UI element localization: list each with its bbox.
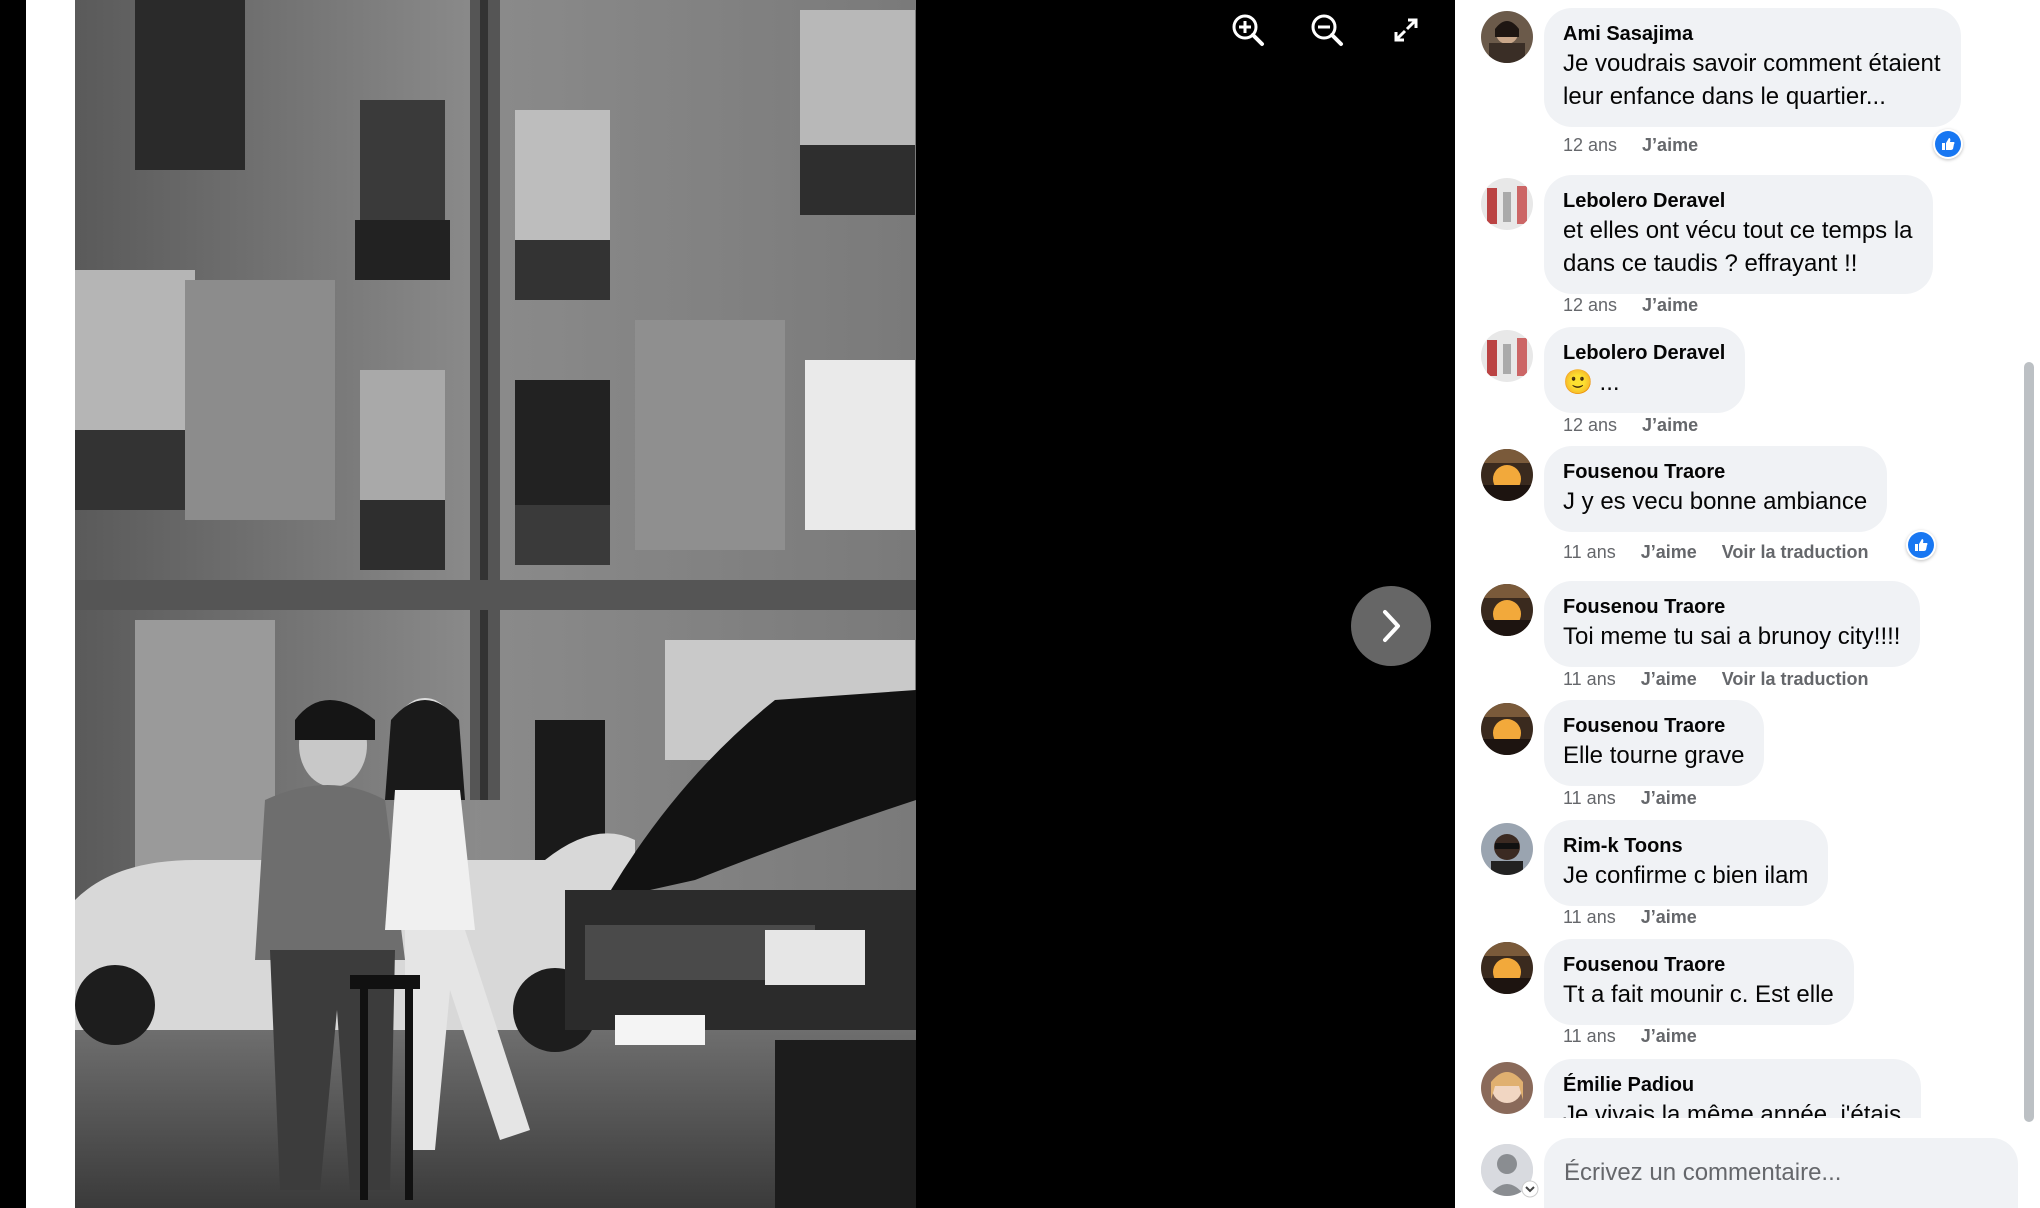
- fullscreen-button[interactable]: [1384, 8, 1428, 52]
- photo-frame: [26, 0, 916, 1208]
- comment-author[interactable]: Lebolero Deravel: [1563, 340, 1725, 366]
- see-translation-link[interactable]: Voir la traduction: [1722, 669, 1869, 690]
- zoom-out-button[interactable]: [1305, 8, 1349, 52]
- avatar[interactable]: [1481, 11, 1533, 63]
- avatar[interactable]: [1481, 1062, 1533, 1114]
- comment-text: Toi meme tu sai a brunoy city!!!!: [1563, 623, 1901, 650]
- comment-bubble: Rim-k Toons Je confirme c bien ilam: [1544, 820, 1829, 906]
- zoom-in-button[interactable]: [1226, 8, 1270, 52]
- comment-meta: 12 ans J’aime: [1563, 415, 1698, 436]
- photo-viewer: [0, 0, 1455, 1208]
- zoom-in-icon: [1232, 14, 1264, 46]
- comment-meta: 11 ans J’aime: [1563, 1026, 1697, 1047]
- chevron-down-icon[interactable]: [1521, 1180, 1539, 1198]
- comment-author[interactable]: Ami Sasajima: [1563, 21, 1941, 47]
- comment-meta: 12 ans J’aime: [1563, 295, 1698, 316]
- photo: [75, 0, 916, 1208]
- comment-author[interactable]: Rim-k Toons: [1563, 833, 1808, 859]
- avatar[interactable]: [1481, 942, 1533, 994]
- comment-author[interactable]: Fousenou Traore: [1563, 713, 1744, 739]
- comment-bubble: Fousenou Traore Elle tourne grave: [1544, 700, 1765, 786]
- scrollbar[interactable]: [2024, 362, 2034, 1122]
- comment-timestamp[interactable]: 11 ans: [1563, 542, 1616, 563]
- reaction-badge[interactable]: [1906, 530, 1936, 560]
- avatar[interactable]: [1481, 584, 1533, 636]
- comment-author[interactable]: Fousenou Traore: [1563, 594, 1900, 620]
- comment-timestamp[interactable]: 11 ans: [1563, 788, 1616, 809]
- comment-bubble: Lebolero Deravel et elles ont vécu tout …: [1544, 175, 1933, 294]
- like-link[interactable]: J’aime: [1641, 542, 1697, 563]
- comment-timestamp[interactable]: 12 ans: [1563, 415, 1617, 436]
- avatar[interactable]: [1481, 449, 1533, 501]
- comment-bubble: Fousenou Traore Toi meme tu sai a brunoy…: [1544, 581, 1921, 667]
- like-link[interactable]: J’aime: [1642, 415, 1698, 436]
- avatar[interactable]: [1481, 178, 1533, 230]
- comment-timestamp[interactable]: 11 ans: [1563, 907, 1616, 928]
- comment-text: Je vivais la même année, j'étais: [1563, 1101, 1902, 1118]
- comment-meta: 11 ans J’aime: [1563, 907, 1697, 928]
- like-link[interactable]: J’aime: [1641, 907, 1697, 928]
- comment-composer: [1455, 1118, 2040, 1208]
- next-photo-button[interactable]: [1351, 586, 1431, 666]
- like-link[interactable]: J’aime: [1641, 669, 1697, 690]
- avatar[interactable]: [1481, 703, 1533, 755]
- comment-text: Je voudrais savoir comment étaient: [1563, 50, 1941, 77]
- reaction-badge[interactable]: [1933, 129, 1963, 159]
- comment-author[interactable]: Fousenou Traore: [1563, 952, 1834, 978]
- comment-meta: 11 ans J’aime Voir la traduction: [1563, 542, 1868, 563]
- comment-text: Tt a fait mounir c. Est elle: [1563, 981, 1834, 1008]
- thumbs-up-icon: [1935, 131, 1961, 157]
- comment-timestamp[interactable]: 11 ans: [1563, 1026, 1616, 1047]
- comment-author[interactable]: Émilie Padiou: [1563, 1072, 1901, 1098]
- avatar[interactable]: [1481, 330, 1533, 382]
- comment-input[interactable]: [1544, 1138, 2018, 1208]
- comment-timestamp[interactable]: 11 ans: [1563, 669, 1616, 690]
- zoom-out-icon: [1311, 14, 1343, 46]
- comment-timestamp[interactable]: 12 ans: [1563, 295, 1617, 316]
- comments-list: Ami Sasajima Je voudrais savoir comment …: [1455, 0, 2040, 1118]
- comment-text: leur enfance dans le quartier...: [1563, 83, 1886, 110]
- thumbs-up-icon: [1908, 532, 1934, 558]
- like-link[interactable]: J’aime: [1642, 135, 1698, 156]
- comment-bubble: Émilie Padiou Je vivais la même année, j…: [1544, 1059, 1922, 1118]
- comment-author[interactable]: Lebolero Deravel: [1563, 188, 1913, 214]
- comment-text: Je confirme c bien ilam: [1563, 862, 1809, 889]
- street-photo-image: [75, 0, 916, 1208]
- comment-text: dans ce taudis ? effrayant !!: [1563, 250, 1858, 277]
- comment-meta: 11 ans J’aime: [1563, 788, 1697, 809]
- comment-text: Elle tourne grave: [1563, 742, 1745, 769]
- like-link[interactable]: J’aime: [1642, 295, 1698, 316]
- fullscreen-icon: [1394, 18, 1418, 42]
- comment-bubble: Lebolero Deravel 🙂 ...: [1544, 327, 1746, 413]
- chevron-right-icon: [1383, 610, 1400, 642]
- comment-timestamp[interactable]: 12 ans: [1563, 135, 1617, 156]
- like-link[interactable]: J’aime: [1641, 788, 1697, 809]
- comment-text: J y es vecu bonne ambiance: [1563, 488, 1868, 515]
- comment-bubble: Ami Sasajima Je voudrais savoir comment …: [1544, 8, 1961, 127]
- comment-text: et elles ont vécu tout ce temps la: [1563, 217, 1913, 244]
- avatar[interactable]: [1481, 823, 1533, 875]
- comment-bubble: Fousenou Traore Tt a fait mounir c. Est …: [1544, 939, 1854, 1025]
- comments-panel: Ami Sasajima Je voudrais savoir comment …: [1455, 0, 2040, 1208]
- comment-bubble: Fousenou Traore J y es vecu bonne ambian…: [1544, 446, 1888, 532]
- see-translation-link[interactable]: Voir la traduction: [1722, 542, 1869, 563]
- like-link[interactable]: J’aime: [1641, 1026, 1697, 1047]
- comment-author[interactable]: Fousenou Traore: [1563, 459, 1867, 485]
- comment-meta: 12 ans J’aime: [1563, 135, 1698, 156]
- comment-meta: 11 ans J’aime Voir la traduction: [1563, 669, 1868, 690]
- comment-text: 🙂 ...: [1563, 369, 1620, 396]
